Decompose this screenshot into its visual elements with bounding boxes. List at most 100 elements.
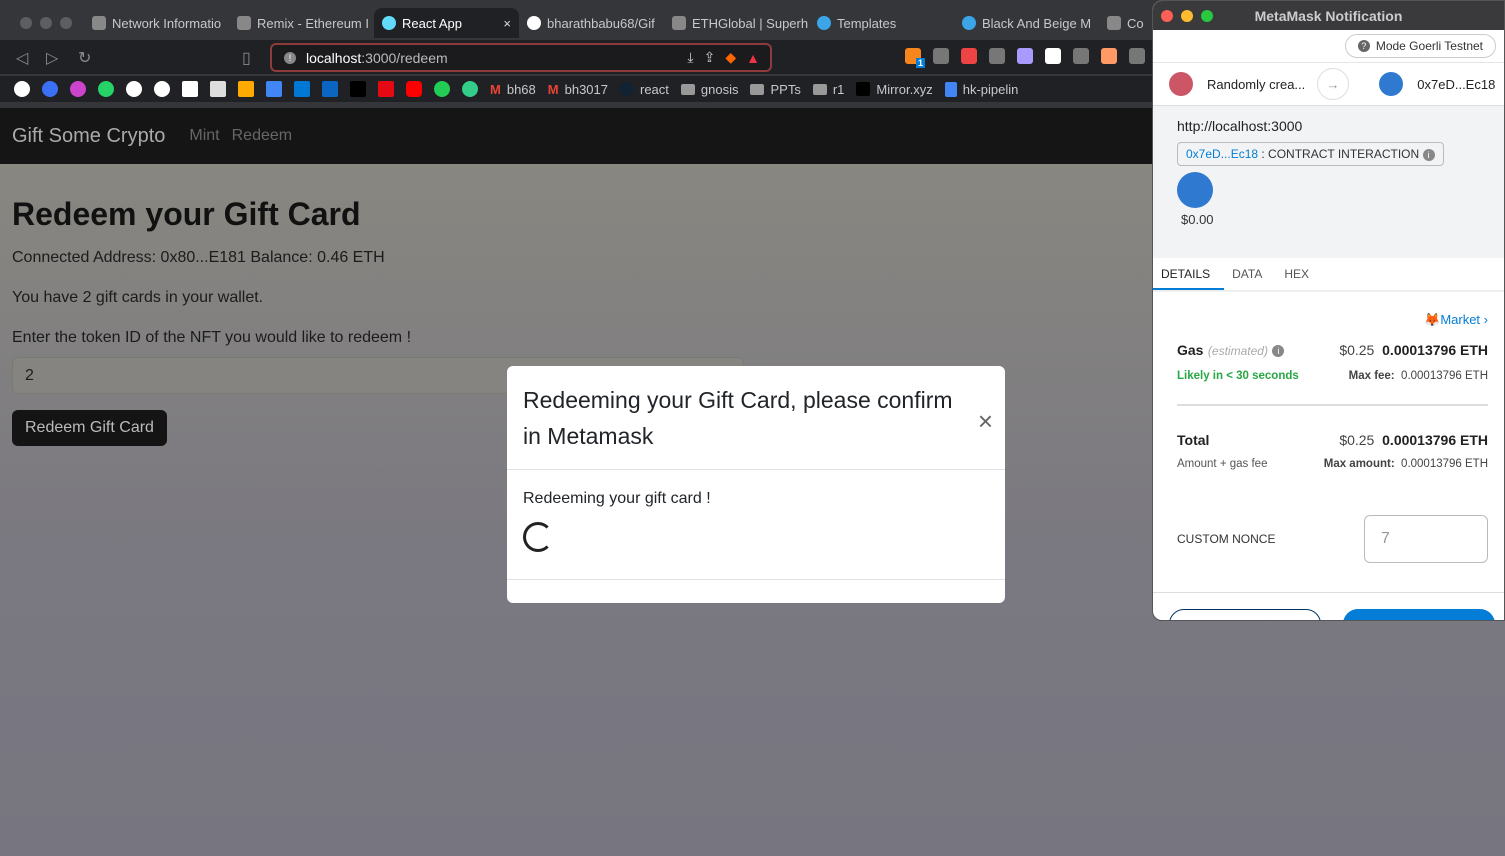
tab[interactable]: bharathbabu68/Gif — [519, 8, 664, 38]
share-icon[interactable]: ⇪ — [704, 49, 716, 66]
bookmark-icon[interactable] — [14, 81, 30, 97]
youtube-icon[interactable] — [406, 81, 422, 97]
redeem-button[interactable]: Redeem Gift Card — [12, 410, 167, 446]
close-window-button[interactable] — [1161, 10, 1173, 22]
bookmark-icon[interactable] — [434, 81, 450, 97]
extension-icon[interactable] — [1129, 48, 1145, 64]
calendar-icon[interactable] — [266, 81, 282, 97]
tab-label: ETHGlobal | Superh — [692, 15, 809, 31]
network-selector[interactable]: ? Mode Goerli Testnet — [1344, 34, 1496, 58]
metamask-window: MetaMask Notification ? Mode Goerli Testn… — [1152, 0, 1505, 621]
gmail-icon: M — [490, 81, 501, 97]
market-link[interactable]: 🦊Market › — [1177, 312, 1488, 328]
tab-details[interactable]: DETAILS — [1153, 258, 1225, 290]
bookmark-bh68[interactable]: Mbh68 — [490, 82, 536, 97]
to-account[interactable]: 0x7eD...Ec18 — [1417, 77, 1495, 92]
extension-icon[interactable] — [961, 48, 977, 64]
extension-icon[interactable] — [1073, 48, 1089, 64]
question-icon: ? — [1357, 40, 1370, 52]
zoom-window-button[interactable] — [1201, 10, 1213, 22]
linkedin-icon[interactable] — [322, 81, 338, 97]
x-icon[interactable] — [350, 81, 366, 97]
metamask-extension-icon[interactable]: 1 — [905, 48, 925, 68]
tab-label: Remix - Ethereum I — [257, 15, 369, 31]
back-icon[interactable]: ◁ — [16, 48, 28, 68]
market-label: Market — [1440, 312, 1481, 327]
react-icon — [620, 82, 634, 96]
custom-nonce-input[interactable]: 7 — [1364, 515, 1488, 563]
extension-icon[interactable] — [1101, 48, 1117, 64]
tab[interactable]: Remix - Ethereum I — [229, 8, 374, 38]
bookmark-gnosis[interactable]: gnosis — [680, 82, 738, 97]
extension-icon[interactable] — [1045, 48, 1061, 64]
bookmark-icon[interactable]: ▯ — [242, 48, 251, 68]
info-icon[interactable]: i — [1272, 344, 1285, 357]
loading-spinner-icon — [523, 522, 553, 552]
nonce-placeholder: 7 — [1381, 530, 1390, 547]
total-usd: $0.25 — [1339, 432, 1375, 448]
tab-label: Network Informatio — [112, 15, 222, 31]
extension-icon[interactable] — [989, 48, 1005, 64]
tab[interactable]: Co — [1099, 8, 1159, 38]
gas-eth: 0.00013796 ETH — [1382, 342, 1488, 358]
bookmark-label: PPTs — [770, 81, 801, 97]
nav-mint[interactable]: Mint — [189, 127, 219, 145]
notion-icon[interactable] — [182, 81, 198, 97]
nav-redeem[interactable]: Redeem — [232, 127, 292, 145]
extension-icon[interactable] — [1017, 48, 1033, 64]
bookmark-ppts[interactable]: PPTs — [750, 81, 801, 97]
bookmark-icon[interactable] — [462, 81, 478, 97]
tab-label: Black And Beige M — [982, 15, 1092, 31]
bookmark-r1[interactable]: r1 — [812, 81, 845, 97]
origin-url: http://localhost:3000 — [1177, 118, 1303, 134]
network-row: ? Mode Goerli Testnet — [1153, 30, 1504, 63]
bookmark-label: r1 — [832, 81, 845, 97]
bookmark-hk-pipeline[interactable]: hk-pipelin — [944, 81, 1018, 97]
download-icon[interactable]: ⤓ — [687, 49, 693, 66]
tab-active[interactable]: React App × — [374, 8, 519, 38]
outlook-icon[interactable] — [294, 81, 310, 97]
bookmark-react[interactable]: react — [620, 82, 669, 97]
reject-button[interactable] — [1169, 609, 1321, 620]
address-bar[interactable]: ! localhost:3000/redeem ⤓ ⇪ ◆ ▲ — [270, 43, 772, 72]
bookmark-mirror[interactable]: Mirror.xyz — [856, 82, 933, 97]
account-row: Randomly crea... → 0x7eD...Ec18 — [1153, 63, 1504, 106]
reload-icon[interactable]: ↻ — [78, 48, 91, 68]
arrow-right-icon: → — [1317, 68, 1349, 100]
url-host: localhost — [306, 49, 362, 66]
info-icon[interactable]: i — [1422, 148, 1435, 161]
netflix-icon[interactable] — [378, 81, 394, 97]
tab-hex[interactable]: HEX — [1276, 258, 1323, 290]
google-icon[interactable] — [154, 81, 170, 97]
bookmark-icon[interactable] — [42, 81, 58, 97]
network-name: Mode Goerli Testnet — [1375, 39, 1483, 53]
whatsapp-icon[interactable] — [98, 81, 114, 97]
close-window-button[interactable] — [20, 17, 32, 29]
close-tab-icon[interactable]: × — [503, 16, 511, 31]
forward-icon[interactable]: ▷ — [46, 48, 58, 68]
tab-data[interactable]: DATA — [1224, 258, 1276, 290]
tab[interactable]: ETHGlobal | Superh — [664, 8, 809, 38]
minimize-window-button[interactable] — [1181, 10, 1193, 22]
site-info-icon[interactable]: ! — [284, 51, 296, 64]
brave-shield-icon[interactable]: ◆ — [725, 49, 736, 66]
github-icon[interactable] — [126, 81, 142, 97]
confirm-button[interactable] — [1343, 609, 1495, 620]
from-account[interactable]: Randomly crea... — [1207, 77, 1305, 92]
bookmark-icon[interactable] — [70, 81, 86, 97]
brand-link[interactable]: Gift Some Crypto — [12, 125, 165, 148]
extension-icon[interactable] — [933, 48, 949, 64]
contract-chip[interactable]: 0x7eD...Ec18 : CONTRACT INTERACTION i — [1177, 142, 1444, 166]
minimize-window-button[interactable] — [40, 17, 52, 29]
tab[interactable]: Network Informatio — [84, 8, 229, 38]
xe-icon[interactable] — [210, 81, 226, 97]
zoom-window-button[interactable] — [60, 17, 72, 29]
close-icon[interactable]: × — [978, 406, 993, 437]
token-usd-value: $0.00 — [1181, 212, 1214, 227]
contract-address[interactable]: 0x7eD...Ec18 — [1186, 147, 1258, 161]
tab[interactable]: Templates — [809, 8, 954, 38]
tab[interactable]: Black And Beige M — [954, 8, 1099, 38]
brave-rewards-icon[interactable]: ▲ — [746, 50, 760, 66]
analytics-icon[interactable] — [238, 81, 254, 97]
bookmark-bh3017[interactable]: Mbh3017 — [548, 82, 608, 97]
